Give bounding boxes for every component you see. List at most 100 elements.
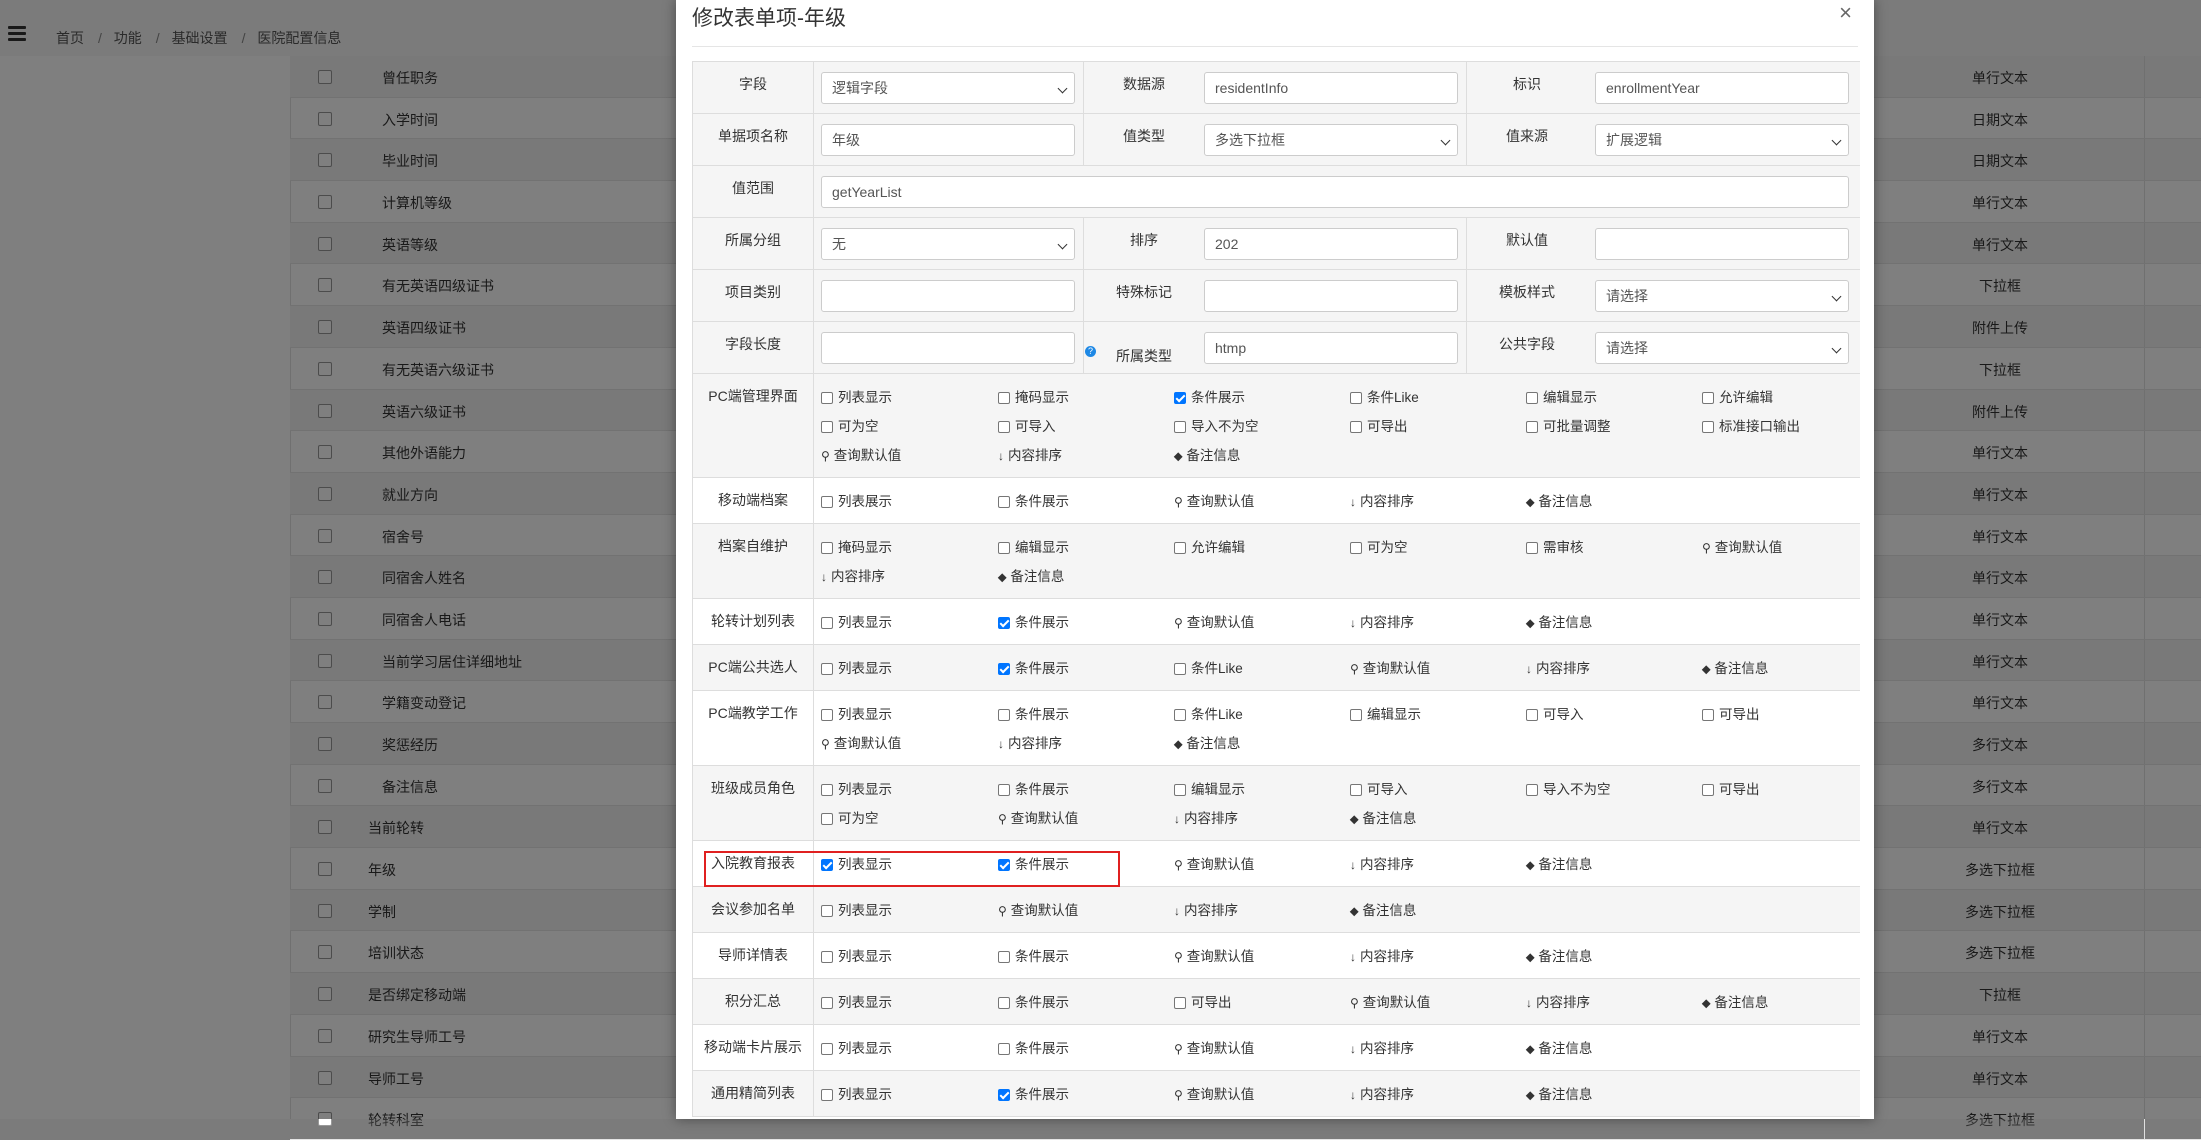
option-checkbox[interactable]: 导入不为空 [1174, 415, 1259, 435]
query-default-link[interactable]: ⚲ 查询默认值 [1174, 490, 1254, 510]
content-sort-link[interactable]: ↓ 内容排序 [1174, 807, 1238, 827]
query-default-link[interactable]: ⚲ 查询默认值 [821, 732, 901, 752]
checkbox-unchecked[interactable] [821, 813, 833, 825]
checkbox-checked[interactable] [998, 663, 1010, 675]
query-default-link[interactable]: ⚲ 查询默认值 [998, 807, 1078, 827]
option-checkbox[interactable]: 条件展示 [998, 778, 1069, 798]
content-sort-link[interactable]: ↓ 内容排序 [1350, 853, 1414, 873]
checkbox-unchecked[interactable] [821, 617, 833, 629]
checkbox-unchecked[interactable] [821, 1043, 833, 1055]
remark-info-link[interactable]: ⬥ 备注信息 [1702, 991, 1768, 1011]
default-input[interactable] [1595, 228, 1849, 260]
query-default-link[interactable]: ⚲ 查询默认值 [1702, 536, 1782, 556]
option-checkbox[interactable]: 可导入 [1526, 703, 1584, 723]
checkbox-checked[interactable] [998, 1089, 1010, 1101]
option-checkbox[interactable]: 条件展示 [1174, 386, 1245, 406]
option-checkbox[interactable]: 列表显示 [821, 1083, 892, 1103]
public-select[interactable]: 请选择 [1595, 332, 1849, 364]
help-icon[interactable]: ? [1085, 346, 1096, 357]
checkbox-unchecked[interactable] [821, 905, 833, 917]
checkbox-unchecked[interactable] [821, 392, 833, 404]
option-checkbox[interactable]: 导入不为空 [1526, 778, 1611, 798]
remark-info-link[interactable]: ⬥ 备注信息 [1526, 1037, 1592, 1057]
checkbox-unchecked[interactable] [1526, 392, 1538, 404]
option-checkbox[interactable]: 条件展示 [998, 703, 1069, 723]
query-default-link[interactable]: ⚲ 查询默认值 [1174, 1037, 1254, 1057]
field-select[interactable]: 逻辑字段 [821, 72, 1075, 104]
remark-info-link[interactable]: ⬥ 备注信息 [1350, 807, 1416, 827]
option-checkbox[interactable]: 可导出 [1702, 778, 1760, 798]
name-input[interactable]: 年级 [821, 124, 1075, 156]
option-checkbox[interactable]: 条件展示 [998, 945, 1069, 965]
order-input[interactable]: 202 [1204, 228, 1458, 260]
option-checkbox[interactable]: 掩码显示 [821, 536, 892, 556]
remark-info-link[interactable]: ⬥ 备注信息 [1526, 853, 1592, 873]
remark-info-link[interactable]: ⬥ 备注信息 [1526, 490, 1592, 510]
remark-info-link[interactable]: ⬥ 备注信息 [998, 565, 1064, 585]
query-default-link[interactable]: ⚲ 查询默认值 [1174, 611, 1254, 631]
group-select[interactable]: 无 [821, 228, 1075, 260]
remark-info-link[interactable]: ⬥ 备注信息 [1174, 444, 1240, 464]
checkbox-unchecked[interactable] [998, 784, 1010, 796]
option-checkbox[interactable]: 条件Like [1174, 657, 1243, 677]
checkbox-unchecked[interactable] [998, 542, 1010, 554]
valtype-select[interactable]: 多选下拉框 [1204, 124, 1458, 156]
content-sort-link[interactable]: ↓ 内容排序 [1350, 945, 1414, 965]
option-checkbox[interactable]: 条件展示 [998, 611, 1069, 631]
content-sort-link[interactable]: ↓ 内容排序 [998, 732, 1062, 752]
content-sort-link[interactable]: ↓ 内容排序 [821, 565, 885, 585]
option-checkbox[interactable]: 条件展示 [998, 490, 1069, 510]
remark-info-link[interactable]: ⬥ 备注信息 [1526, 1083, 1592, 1103]
option-checkbox[interactable]: 可批量调整 [1526, 415, 1611, 435]
checkbox-unchecked[interactable] [1702, 392, 1714, 404]
option-checkbox[interactable]: 编辑显示 [1526, 386, 1597, 406]
checkbox-unchecked[interactable] [998, 496, 1010, 508]
option-checkbox[interactable]: 列表显示 [821, 778, 892, 798]
option-checkbox[interactable]: 列表显示 [821, 899, 892, 919]
option-checkbox[interactable]: 可为空 [821, 807, 879, 827]
checkbox-unchecked[interactable] [1350, 784, 1362, 796]
checkbox-unchecked[interactable] [1702, 784, 1714, 796]
identifier-input[interactable]: enrollmentYear [1595, 72, 1849, 104]
special-input[interactable] [1204, 280, 1458, 312]
query-default-link[interactable]: ⚲ 查询默认值 [1174, 1083, 1254, 1103]
length-input[interactable] [821, 332, 1075, 364]
checkbox-unchecked[interactable] [1702, 709, 1714, 721]
checkbox-unchecked[interactable] [821, 709, 833, 721]
valsource-select[interactable]: 扩展逻辑 [1595, 124, 1849, 156]
option-checkbox[interactable]: 条件展示 [998, 1037, 1069, 1057]
checkbox-unchecked[interactable] [1174, 784, 1186, 796]
option-checkbox[interactable]: 可为空 [1350, 536, 1408, 556]
option-checkbox[interactable]: 可导出 [1702, 703, 1760, 723]
checkbox-unchecked[interactable] [1350, 421, 1362, 433]
checkbox-unchecked[interactable] [998, 709, 1010, 721]
checkbox-unchecked[interactable] [821, 951, 833, 963]
checkbox-unchecked[interactable] [998, 997, 1010, 1009]
content-sort-link[interactable]: ↓ 内容排序 [1350, 611, 1414, 631]
option-checkbox[interactable]: 列表显示 [821, 1037, 892, 1057]
remark-info-link[interactable]: ⬥ 备注信息 [1350, 899, 1416, 919]
checkbox-unchecked[interactable] [1526, 421, 1538, 433]
option-checkbox[interactable]: 可导入 [998, 415, 1056, 435]
checkbox-unchecked[interactable] [1702, 421, 1714, 433]
remark-info-link[interactable]: ⬥ 备注信息 [1526, 945, 1592, 965]
checkbox-unchecked[interactable] [1174, 997, 1186, 1009]
remark-info-link[interactable]: ⬥ 备注信息 [1526, 611, 1592, 631]
remark-info-link[interactable]: ⬥ 备注信息 [1174, 732, 1240, 752]
option-checkbox[interactable]: 条件展示 [998, 991, 1069, 1011]
option-checkbox[interactable]: 条件展示 [998, 657, 1069, 677]
checkbox-unchecked[interactable] [1350, 709, 1362, 721]
option-checkbox[interactable]: 编辑显示 [1174, 778, 1245, 798]
option-checkbox[interactable]: 条件展示 [998, 1083, 1069, 1103]
content-sort-link[interactable]: ↓ 内容排序 [998, 444, 1062, 464]
checkbox-unchecked[interactable] [998, 421, 1010, 433]
remark-info-link[interactable]: ⬥ 备注信息 [1702, 657, 1768, 677]
range-input[interactable]: getYearList [821, 176, 1849, 208]
checkbox-unchecked[interactable] [821, 997, 833, 1009]
category-input[interactable] [821, 280, 1075, 312]
checkbox-unchecked[interactable] [1526, 542, 1538, 554]
query-default-link[interactable]: ⚲ 查询默认值 [998, 899, 1078, 919]
checkbox-unchecked[interactable] [1350, 392, 1362, 404]
checkbox-unchecked[interactable] [998, 951, 1010, 963]
query-default-link[interactable]: ⚲ 查询默认值 [1350, 991, 1430, 1011]
